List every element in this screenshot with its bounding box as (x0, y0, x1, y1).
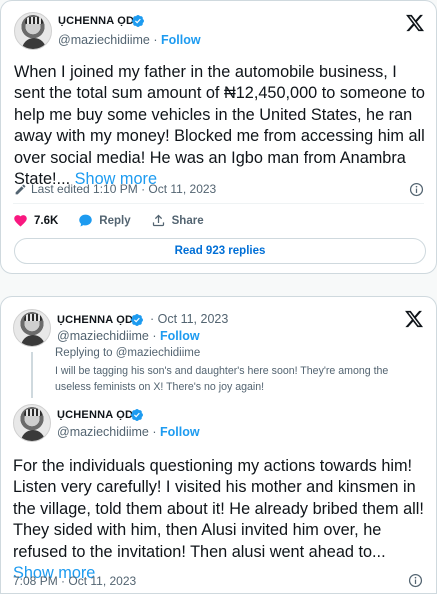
x-logo-icon[interactable] (404, 309, 424, 329)
separator: · (150, 312, 155, 326)
pencil-icon (15, 184, 26, 194)
timestamp-row: 7:08 PM · Oct 11, 2023 (13, 574, 136, 588)
like-count: 7.6K (34, 214, 59, 227)
divider (13, 203, 424, 204)
read-replies-label: Read 923 replies (174, 245, 266, 257)
follow-button[interactable]: Follow (161, 33, 201, 47)
thread-line (31, 352, 33, 398)
read-replies-button[interactable]: Read 923 replies (14, 238, 426, 264)
handle-text[interactable]: @maziechidiime (57, 425, 149, 439)
avatar[interactable] (13, 404, 51, 442)
x-logo-icon[interactable] (405, 13, 425, 33)
reply-button[interactable]: Reply (78, 213, 131, 228)
info-icon[interactable] (409, 182, 424, 197)
author-handle: @maziechidiime · Follow (58, 33, 201, 47)
verified-badge-icon (131, 314, 143, 326)
tweet-card-1: ỤCHENNA ỌDU @maziechidiime · Follow When… (0, 0, 437, 274)
parent-tweet-text: I will be tagging his son's and daughter… (55, 365, 389, 393)
author-handle: @maziechidiime · Follow (57, 329, 200, 343)
share-button[interactable]: Share (151, 213, 204, 228)
edited-row: Last edited 1:10 PM · Oct 11, 2023 (14, 182, 216, 196)
avatar[interactable] (14, 12, 52, 50)
separator: · (153, 33, 158, 47)
avatar[interactable] (13, 309, 51, 347)
author-name[interactable]: ỤCHENNA ỌDU (57, 409, 141, 421)
action-bar: 7.6K Reply Share (13, 213, 224, 228)
timestamp[interactable]: 7:08 PM · Oct 11, 2023 (13, 574, 136, 588)
info-icon[interactable] (408, 573, 423, 588)
tweet-text: For the individuals questioning my actio… (13, 456, 427, 584)
tweet-body: For the individuals questioning my actio… (13, 457, 424, 561)
follow-button[interactable]: Follow (160, 329, 200, 343)
handle-text[interactable]: @maziechidiime (57, 329, 149, 343)
post-date[interactable]: Oct 11, 2023 (158, 312, 229, 326)
author-handle: @maziechidiime · Follow (57, 425, 200, 439)
like-button[interactable]: 7.6K (13, 213, 58, 228)
tweet-text: When I joined my father in the automobil… (14, 62, 428, 190)
speech-bubble-icon (79, 214, 93, 227)
replying-to[interactable]: Replying to @maziechidiime (55, 347, 200, 359)
reply-label: Reply (99, 214, 131, 227)
edited-label[interactable]: Last edited 1:10 PM · Oct 11, 2023 (31, 182, 216, 196)
heart-icon (14, 215, 27, 227)
share-label: Share (171, 214, 204, 227)
share-upload-icon (152, 214, 164, 227)
separator: · (152, 425, 157, 439)
author-name[interactable]: ỤCHENNA ỌDU (58, 15, 142, 27)
handle-text[interactable]: @maziechidiime (58, 33, 150, 47)
separator: · (152, 329, 157, 343)
post-date-row: · Oct 11, 2023 (150, 312, 228, 326)
verified-badge-icon (132, 15, 144, 27)
verified-badge-icon (131, 409, 143, 421)
author-name[interactable]: ỤCHENNA ỌDU (57, 314, 141, 326)
follow-button[interactable]: Follow (160, 425, 200, 439)
